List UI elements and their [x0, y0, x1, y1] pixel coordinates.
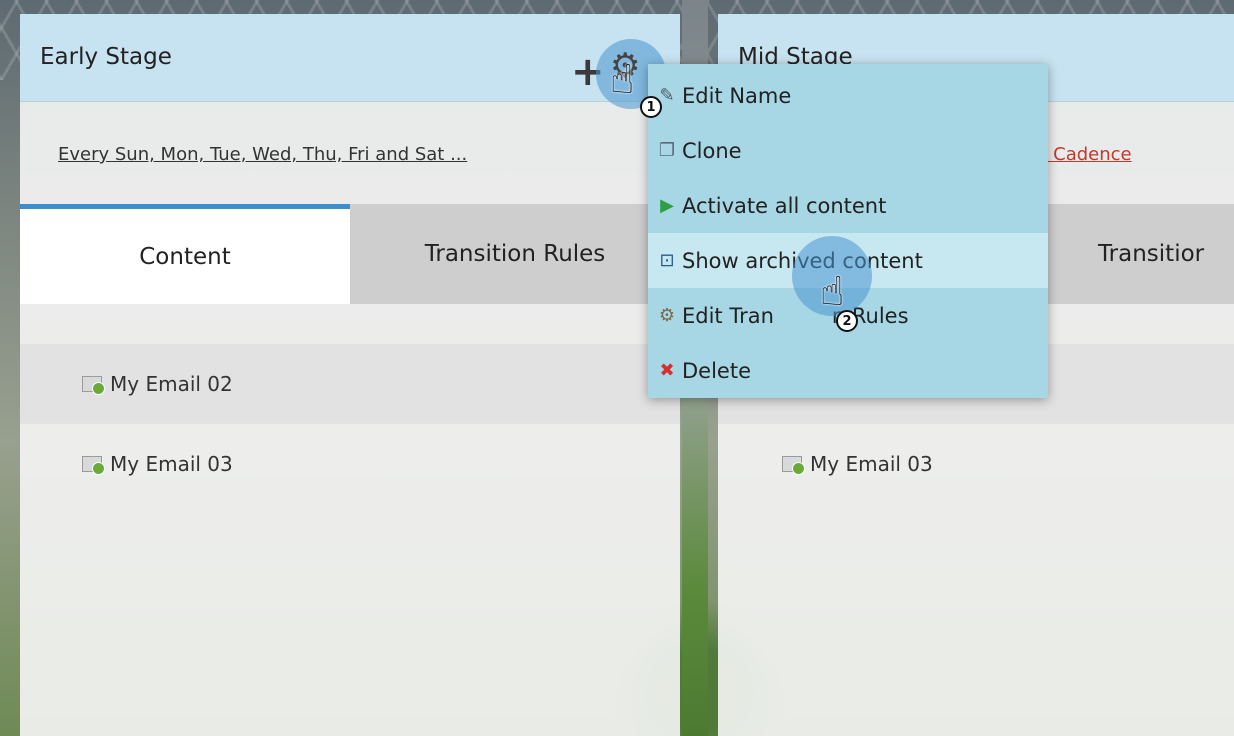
list-item-label: My Email 02 — [110, 372, 233, 396]
schedule-link[interactable]: Every Sun, Mon, Tue, Wed, Thu, Fri and S… — [58, 144, 467, 165]
menu-item-label: Edit Name — [682, 83, 792, 108]
list-item[interactable]: My Email 03 — [20, 424, 680, 504]
menu-item-clone[interactable]: ❐ Clone — [648, 123, 1048, 178]
tab-content[interactable]: Content — [20, 204, 350, 304]
tab-transition-rules[interactable]: Transition Rules — [350, 204, 680, 304]
step-marker-2: 2 — [836, 310, 858, 332]
clone-icon: ❐ — [658, 139, 676, 161]
menu-item-label: Activate all content — [682, 193, 887, 218]
list-item[interactable]: My Email 02 — [20, 344, 680, 424]
content-list: My Email 02 My Email 03 — [20, 344, 680, 504]
play-icon: ▶ — [660, 194, 674, 216]
menu-item-label: Delete — [682, 358, 751, 383]
list-item[interactable]: My Email 03 — [718, 424, 1234, 504]
email-icon — [82, 376, 105, 395]
stage-panel-early: Early Stage Every Sun, Mon, Tue, Wed, Th… — [20, 14, 680, 736]
menu-item-label: Edit Tran — [682, 303, 774, 328]
delete-icon: ✖ — [659, 359, 675, 381]
list-item-label: My Email 03 — [110, 452, 233, 476]
tab-transition-rules[interactable]: Transitior — [1048, 204, 1234, 304]
step-marker-1: 1 — [640, 96, 662, 118]
rules-icon: ⚙ — [658, 304, 676, 326]
stage-header: Early Stage — [20, 14, 680, 109]
menu-item-activate-all[interactable]: ▶ Activate all content — [648, 178, 1048, 233]
menu-item-label: Clone — [682, 138, 742, 163]
email-icon — [82, 456, 105, 475]
cadence-link[interactable]: n Cadence — [1036, 144, 1132, 165]
hand-cursor-icon — [820, 272, 844, 312]
menu-item-delete[interactable]: ✖ Delete — [648, 343, 1048, 398]
list-item-label: My Email 03 — [810, 452, 933, 476]
stage-title: Early Stage — [40, 44, 172, 70]
menu-item-edit-name[interactable]: ✎ Edit Name — [648, 68, 1048, 123]
stage-tabs: Content Transition Rules — [20, 204, 680, 304]
email-icon — [782, 456, 805, 475]
hand-cursor-icon — [610, 60, 634, 100]
stage-context-menu: ✎ Edit Name ❐ Clone ▶ Activate all conte… — [648, 64, 1048, 398]
archive-icon: ⊡ — [659, 249, 675, 271]
